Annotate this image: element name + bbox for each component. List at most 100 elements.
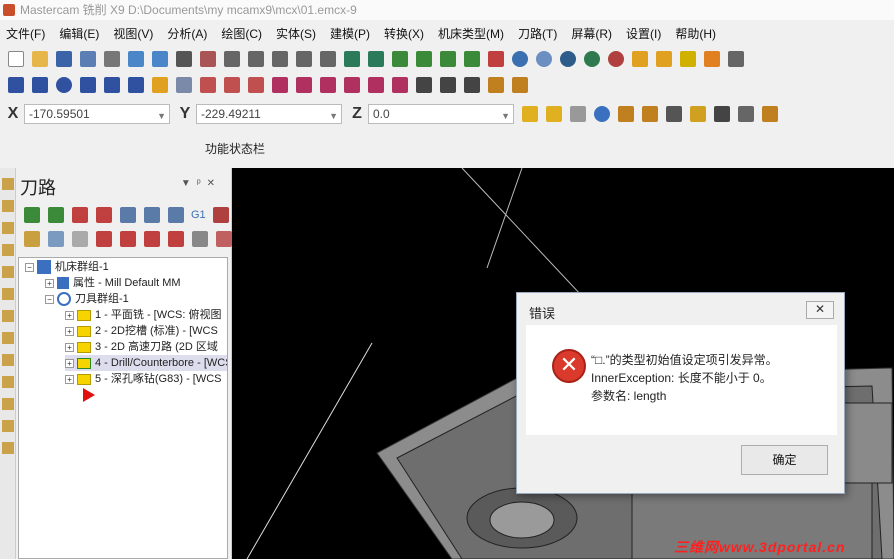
regenerate-dirty-icon[interactable] <box>96 207 112 223</box>
expand-icon[interactable]: + <box>65 342 74 352</box>
zoom-icon[interactable] <box>272 51 288 67</box>
menu-xform[interactable]: 转换(X) <box>384 25 424 42</box>
close-icon[interactable]: ✕ <box>207 178 221 189</box>
recent-functions-icon[interactable] <box>2 288 14 300</box>
panel-menu-icon[interactable]: ▼ <box>181 178 197 189</box>
color-icon[interactable] <box>680 51 696 67</box>
point-icon[interactable] <box>8 77 24 93</box>
break-icon[interactable] <box>224 77 240 93</box>
rectangle-icon[interactable] <box>80 77 96 93</box>
regenerate-icon[interactable] <box>72 207 88 223</box>
tree-machine-group[interactable]: − 机床群组-1 <box>25 259 109 275</box>
front-view-icon[interactable] <box>416 51 432 67</box>
menu-view[interactable]: 视图(V) <box>113 25 153 42</box>
post-icon[interactable] <box>2 376 14 388</box>
backplot-ops-icon[interactable] <box>120 207 136 223</box>
tree-operation[interactable]: + 2 - 2D挖槽 (标准) - [WCS <box>65 323 218 339</box>
rotate-icon[interactable] <box>344 51 360 67</box>
select-all-icon[interactable] <box>618 106 634 122</box>
help-toolpath-icon[interactable] <box>216 231 232 247</box>
fast-point-icon[interactable] <box>546 106 562 122</box>
redo-icon[interactable] <box>152 51 168 67</box>
mirror-icon[interactable] <box>320 77 336 93</box>
post-g1-toggle[interactable]: G1 <box>191 209 206 221</box>
hide-icon[interactable] <box>704 51 720 67</box>
lock-icon[interactable] <box>24 231 40 247</box>
undo-icon[interactable] <box>128 51 144 67</box>
autocursor-icon[interactable] <box>522 106 538 122</box>
menu-machine-type[interactable]: 机床类型(M) <box>438 25 504 42</box>
expand-icon[interactable]: + <box>65 358 74 368</box>
properties-icon[interactable] <box>2 310 14 322</box>
zoom-window-icon[interactable] <box>224 51 240 67</box>
delete-icon[interactable] <box>728 51 744 67</box>
planes-manager-icon[interactable] <box>2 222 14 234</box>
join-icon[interactable] <box>248 77 264 93</box>
clear-selection-icon[interactable] <box>666 106 682 122</box>
arc-icon[interactable] <box>104 77 120 93</box>
snap-icon[interactable] <box>570 106 586 122</box>
pin-icon[interactable]: ᵖ <box>197 178 207 189</box>
shading-icon[interactable] <box>536 51 552 67</box>
tree-operation-selected[interactable]: + 4 - Drill/Counterbore - [WCS <box>65 355 227 371</box>
tree-toolgroup[interactable]: − 刀具群组-1 <box>45 291 129 307</box>
menu-analyze[interactable]: 分析(A) <box>167 25 207 42</box>
expand-icon[interactable]: + <box>45 278 54 288</box>
chain-icon[interactable] <box>714 106 730 122</box>
tree-operation[interactable]: + 3 - 2D 高速刀路 (2D 区域 <box>65 339 218 355</box>
cursor-icon[interactable] <box>738 106 754 122</box>
layer-icon[interactable] <box>512 77 528 93</box>
menu-settings[interactable]: 设置(I) <box>626 25 661 42</box>
holder-icon[interactable] <box>2 442 14 454</box>
right-view-icon[interactable] <box>440 51 456 67</box>
surface-icon[interactable] <box>176 77 192 93</box>
scale-icon[interactable] <box>344 77 360 93</box>
offset-icon[interactable] <box>368 77 384 93</box>
tree-operation[interactable]: + 1 - 平面铣 - [WCS: 俯视图 <box>65 307 222 323</box>
dialog-close-button[interactable]: ✕ <box>806 301 834 319</box>
new-file-icon[interactable] <box>8 51 24 67</box>
backplot-icon[interactable] <box>2 354 14 366</box>
y-coordinate-field[interactable]: -229.49211 ▼ <box>196 104 342 124</box>
chevron-down-icon[interactable]: ▼ <box>329 107 338 125</box>
hidden-line-icon[interactable] <box>584 51 600 67</box>
zoom-target-icon[interactable] <box>248 51 264 67</box>
menu-create[interactable]: 绘图(C) <box>221 25 262 42</box>
stock-icon[interactable] <box>2 398 14 410</box>
ok-button[interactable]: 确定 <box>741 445 828 475</box>
line-icon[interactable] <box>32 77 48 93</box>
insert-arrow-marker-icon[interactable] <box>83 388 95 402</box>
trim-icon[interactable] <box>200 77 216 93</box>
menu-help[interactable]: 帮助(H) <box>675 25 716 42</box>
line-style-icon[interactable] <box>656 51 672 67</box>
print-icon[interactable] <box>104 51 120 67</box>
tree-operation[interactable]: + 5 - 深孔啄钻(G83) - [WCS <box>65 371 222 387</box>
menu-model-prep[interactable]: 建模(P) <box>330 25 370 42</box>
verify-ops-icon[interactable] <box>144 207 160 223</box>
pencil-icon[interactable] <box>632 51 648 67</box>
view-dropdown-icon[interactable] <box>488 51 504 67</box>
circle-icon[interactable] <box>56 77 72 93</box>
solid-select-icon[interactable] <box>762 106 778 122</box>
translucency-icon[interactable] <box>608 51 624 67</box>
dimension-icon[interactable] <box>416 77 432 93</box>
move-down-icon[interactable] <box>96 231 112 247</box>
expand-icon[interactable]: + <box>65 374 74 384</box>
table-icon[interactable] <box>488 77 504 93</box>
insert-arrow-icon[interactable] <box>144 231 160 247</box>
toggle-posting-icon[interactable] <box>48 231 64 247</box>
save-icon[interactable] <box>56 51 72 67</box>
collapse-icon[interactable]: − <box>25 262 34 272</box>
levels-manager-icon[interactable] <box>2 244 14 256</box>
open-folder-icon[interactable] <box>32 51 48 67</box>
help-icon[interactable] <box>594 106 610 122</box>
menu-toolpaths[interactable]: 刀路(T) <box>518 25 557 42</box>
fit-screen-icon[interactable] <box>176 51 192 67</box>
unzoom-icon[interactable] <box>296 51 312 67</box>
simulate-icon[interactable] <box>168 207 184 223</box>
top-view-icon[interactable] <box>392 51 408 67</box>
solid-extrude-icon[interactable] <box>152 77 168 93</box>
chevron-down-icon[interactable]: ▼ <box>157 107 166 125</box>
chevron-down-icon[interactable]: ▼ <box>501 107 510 125</box>
window-select-icon[interactable] <box>690 106 706 122</box>
